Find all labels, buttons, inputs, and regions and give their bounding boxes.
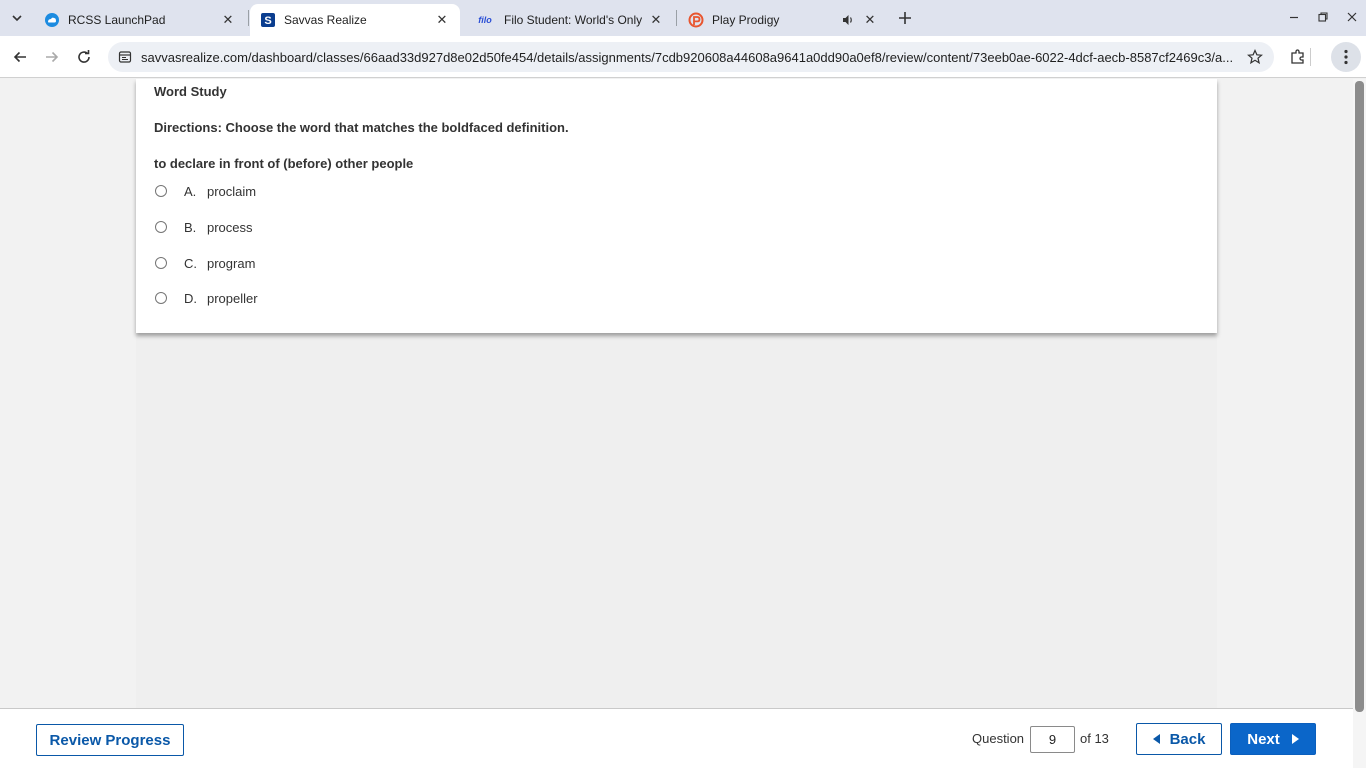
tab-separator xyxy=(676,10,677,26)
review-progress-button[interactable]: Review Progress xyxy=(36,724,184,756)
option-letter: C. xyxy=(184,255,197,271)
question-label: Question xyxy=(972,731,1025,746)
reload-icon xyxy=(78,50,90,63)
arrow-left-icon xyxy=(13,51,26,63)
arrow-right-icon xyxy=(46,51,59,63)
tab-separator xyxy=(248,10,249,26)
radio-button[interactable] xyxy=(155,185,167,197)
toolbar-divider xyxy=(1310,48,1311,66)
option-text: process xyxy=(207,219,253,235)
back-button[interactable]: Back xyxy=(1136,723,1222,755)
answer-option-c[interactable]: C. program xyxy=(154,253,255,273)
caret-right-icon xyxy=(1291,734,1299,744)
back-nav-button[interactable] xyxy=(8,45,32,69)
next-button[interactable]: Next xyxy=(1230,723,1316,755)
filo-icon-text: filo xyxy=(478,15,492,25)
radio-button[interactable] xyxy=(155,257,167,269)
browser-tab-rcss[interactable]: RCSS LaunchPad ✕ xyxy=(34,4,246,36)
browser-tabstrip: RCSS LaunchPad ✕ S Savvas Realize ✕ filo… xyxy=(0,0,1366,36)
page-scrollbar[interactable] xyxy=(1353,79,1366,768)
browser-menu-button[interactable] xyxy=(1331,42,1361,72)
close-window-button[interactable] xyxy=(1340,6,1364,28)
close-icon[interactable]: ✕ xyxy=(220,12,236,28)
cloud-icon xyxy=(44,12,60,28)
restore-icon xyxy=(1318,12,1328,22)
back-button-label: Back xyxy=(1169,730,1206,748)
browser-tab-filo[interactable]: filo Filo Student: World's Only Live ✕ xyxy=(464,4,674,36)
option-letter: D. xyxy=(184,290,197,306)
close-icon[interactable]: ✕ xyxy=(648,12,664,28)
option-letter: A. xyxy=(184,183,197,199)
option-text: program xyxy=(207,255,256,271)
scrollbar-thumb[interactable] xyxy=(1355,81,1364,712)
svg-text:S: S xyxy=(264,15,271,27)
answer-option-d[interactable]: D. propeller xyxy=(154,288,258,308)
minimize-icon xyxy=(1290,16,1298,19)
plus-icon xyxy=(899,12,911,24)
bookmark-star-icon[interactable] xyxy=(1246,48,1264,66)
question-total: of 13 xyxy=(1080,731,1109,746)
address-bar[interactable]: savvasrealize.com/dashboard/classes/66aa… xyxy=(108,42,1274,72)
more-vertical-icon xyxy=(1344,49,1348,65)
speaker-icon[interactable] xyxy=(840,12,856,28)
close-icon[interactable]: ✕ xyxy=(434,12,450,28)
filo-icon: filo xyxy=(474,12,496,28)
site-info-icon[interactable] xyxy=(117,49,133,65)
question-directions: Directions: Choose the word that matches… xyxy=(154,120,569,135)
tab-title: Filo Student: World's Only Live xyxy=(504,13,642,27)
extensions-button[interactable] xyxy=(1286,45,1310,69)
browser-tab-prodigy[interactable]: Play Prodigy ✕ xyxy=(678,4,888,36)
answer-option-b[interactable]: B. process xyxy=(154,217,253,237)
puzzle-icon xyxy=(1291,49,1304,64)
question-card: Word Study Directions: Choose the word t… xyxy=(136,79,1217,333)
option-text: propeller xyxy=(207,290,258,306)
browser-tab-savvas[interactable]: S Savvas Realize ✕ xyxy=(250,4,460,36)
next-button-label: Next xyxy=(1247,730,1280,748)
tab-title: Play Prodigy xyxy=(712,13,780,27)
close-icon xyxy=(1347,12,1357,22)
tab-search-button[interactable] xyxy=(6,7,28,29)
caret-left-icon xyxy=(1152,734,1160,744)
savvas-icon: S xyxy=(260,12,276,28)
forward-nav-button[interactable] xyxy=(40,45,64,69)
question-number-input[interactable] xyxy=(1030,726,1075,753)
chevron-down-icon xyxy=(12,15,22,22)
radio-button[interactable] xyxy=(155,292,167,304)
question-prompt: to declare in front of (before) other pe… xyxy=(154,156,414,171)
minimize-button[interactable] xyxy=(1282,6,1306,28)
option-letter: B. xyxy=(184,219,197,235)
close-icon[interactable]: ✕ xyxy=(862,12,878,28)
prodigy-icon xyxy=(688,12,704,28)
restore-button[interactable] xyxy=(1311,6,1335,28)
new-tab-button[interactable] xyxy=(895,8,915,28)
option-text: proclaim xyxy=(207,183,257,199)
answer-option-a[interactable]: A. proclaim xyxy=(154,181,256,201)
browser-toolbar: savvasrealize.com/dashboard/classes/66aa… xyxy=(0,36,1366,78)
url-text: savvasrealize.com/dashboard/classes/66aa… xyxy=(141,50,1233,65)
assessment-footer: Review Progress Question of 13 Back Next xyxy=(0,708,1353,768)
tab-title: Savvas Realize xyxy=(284,13,367,27)
tab-title: RCSS LaunchPad xyxy=(68,13,166,27)
page-viewport: Word Study Directions: Choose the word t… xyxy=(0,79,1353,708)
reload-button[interactable] xyxy=(72,45,96,69)
section-title: Word Study xyxy=(154,84,227,99)
radio-button[interactable] xyxy=(155,221,167,233)
